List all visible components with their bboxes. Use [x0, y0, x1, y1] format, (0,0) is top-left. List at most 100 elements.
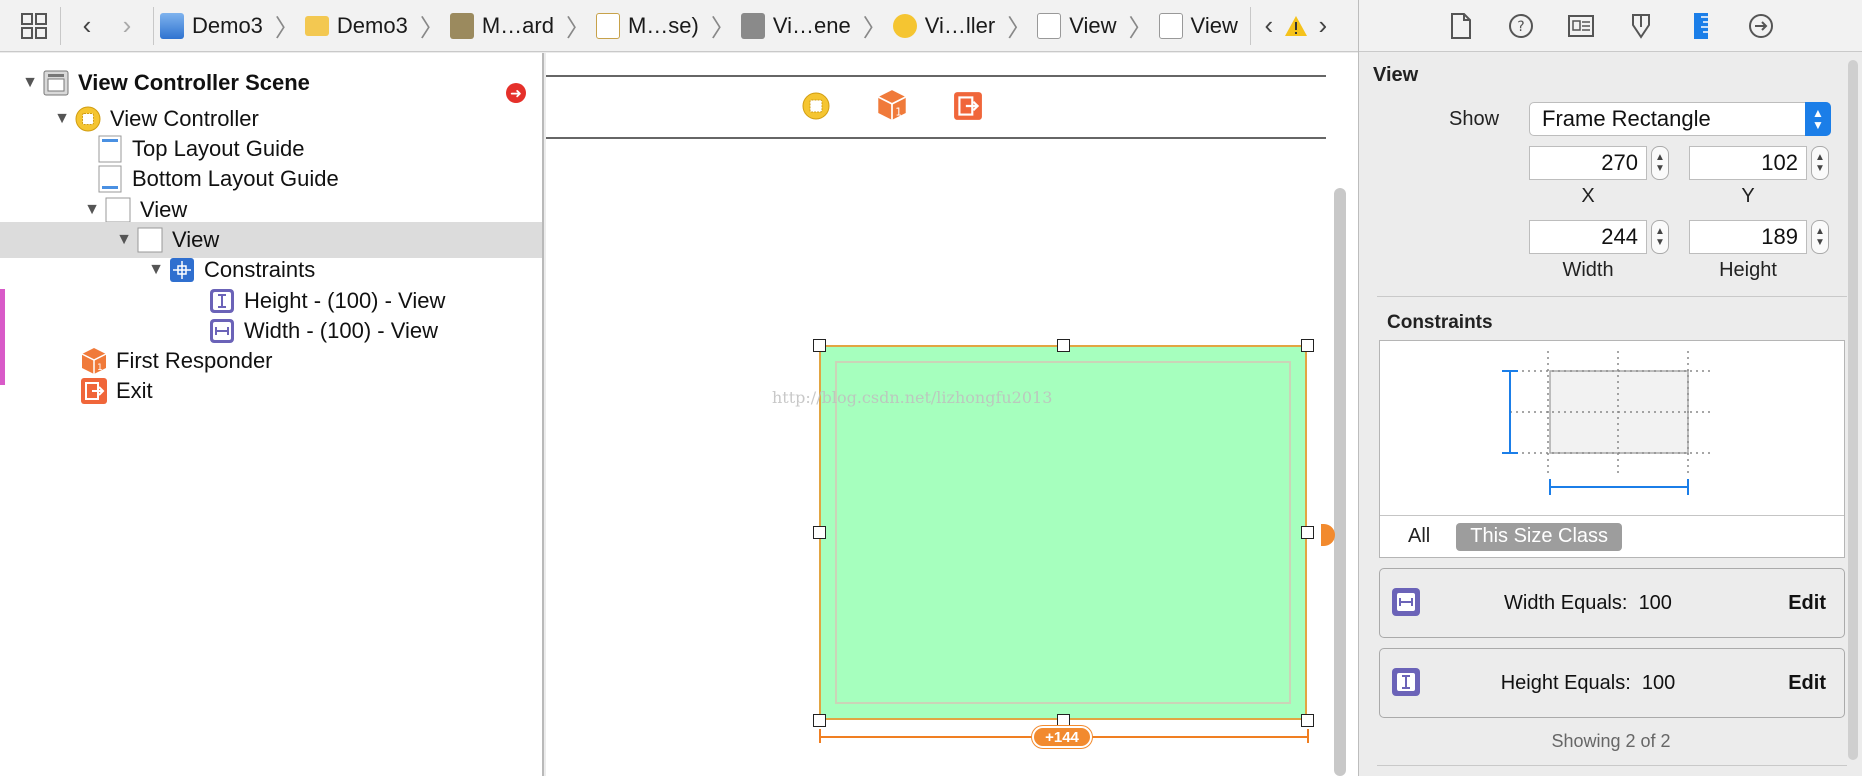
distance-guide-tick	[819, 729, 821, 743]
related-items-icon[interactable]	[14, 6, 54, 46]
identity-card-icon	[1568, 14, 1594, 37]
quick-help-tab[interactable]: ?	[1506, 11, 1536, 41]
attributes-inspector-tab[interactable]	[1626, 11, 1656, 41]
width-stepper[interactable]: ▲ ▼	[1651, 220, 1669, 254]
warning-icon[interactable]	[1281, 6, 1311, 46]
exit-icon[interactable]	[953, 91, 983, 126]
crumb-project[interactable]: Demo3 〉	[160, 8, 299, 43]
svg-text:1: 1	[895, 106, 902, 118]
constraint-value: 100	[1641, 671, 1676, 694]
crumb-folder[interactable]: Demo3 〉	[304, 8, 444, 43]
file-inspector-tab[interactable]	[1446, 11, 1476, 41]
error-indicator-icon[interactable]: ➜	[506, 83, 526, 103]
question-icon: ?	[1509, 13, 1533, 38]
chevron-left-icon: ‹	[82, 10, 92, 40]
resize-handle-left[interactable]	[813, 526, 826, 539]
divider	[1377, 765, 1847, 766]
size-class-filter-bar: All This Size Class	[1380, 515, 1844, 557]
disclosure-triangle-icon[interactable]: ▼	[144, 261, 168, 279]
constraint-row-height[interactable]: Height Equals: 100 Edit	[1379, 648, 1845, 718]
crumb-view-selected[interactable]: View	[1158, 12, 1238, 39]
constraint-description: Width Equals: 100	[1356, 592, 1820, 615]
resize-handle-bottom-right[interactable]	[1301, 714, 1314, 727]
edit-height-constraint-button[interactable]: Edit	[1788, 672, 1826, 695]
resize-handle-top-left[interactable]	[813, 339, 826, 352]
view-icon	[136, 226, 164, 254]
resize-handle-right[interactable]	[1301, 526, 1314, 539]
x-stepper[interactable]: ▲ ▼	[1651, 146, 1669, 180]
tree-item-label: Top Layout Guide	[132, 136, 305, 161]
view-section-title: View	[1373, 64, 1419, 86]
scene-title: View Controller Scene	[78, 70, 310, 95]
edit-width-constraint-button[interactable]: Edit	[1788, 592, 1826, 615]
crumb-storyboard[interactable]: M…ard 〉	[449, 8, 590, 43]
crumb-view[interactable]: View 〉	[1037, 8, 1153, 43]
disclosure-triangle-icon[interactable]: ▼	[18, 74, 42, 92]
resize-handle-bottom-left[interactable]	[813, 714, 826, 727]
storyboard-canvas[interactable]: 1 http://blog.csdn.net/lizhongfu2013 +14…	[546, 53, 1358, 776]
forward-button[interactable]: ›	[107, 6, 147, 46]
watermark: http://blog.csdn.net/lizhongfu2013	[772, 388, 1053, 407]
chevron-right-icon: 〉	[1128, 15, 1153, 42]
filter-size-class-button[interactable]: This Size Class	[1456, 522, 1623, 551]
chevron-right-icon: 〉	[862, 15, 887, 42]
scene-icon	[740, 12, 765, 39]
identity-inspector-tab[interactable]	[1566, 11, 1596, 41]
crumb-label: M…se)	[627, 12, 699, 38]
folder-icon	[304, 15, 329, 36]
view-controller-icon[interactable]	[801, 91, 831, 126]
x-field[interactable]: 270	[1529, 146, 1647, 180]
show-select[interactable]: Frame Rectangle ▲ ▼	[1529, 102, 1831, 136]
resize-handle-top[interactable]	[1057, 339, 1070, 352]
disclosure-triangle-icon[interactable]: ▼	[80, 201, 104, 219]
layout-guide-icon	[96, 135, 124, 163]
size-inspector-tab[interactable]	[1686, 11, 1716, 41]
resize-handle-top-right[interactable]	[1301, 339, 1314, 352]
constraint-label: Width Equals:	[1504, 591, 1628, 614]
connections-inspector-tab[interactable]	[1746, 11, 1776, 41]
constraints-icon	[168, 256, 196, 284]
arrow-circle-icon	[1749, 13, 1773, 38]
storyboard-file-icon	[595, 12, 620, 39]
crumb-label: M…ard	[481, 12, 554, 38]
tree-row-exit[interactable]: Exit	[0, 373, 542, 409]
crumb-label: Demo3	[192, 12, 263, 38]
filter-all-button[interactable]: All	[1408, 525, 1430, 548]
chevron-right-icon: ›	[1318, 10, 1328, 40]
separator	[60, 6, 61, 45]
exit-icon	[80, 377, 108, 405]
x-label: X	[1581, 185, 1595, 207]
tree-item-label: Bottom Layout Guide	[132, 166, 339, 191]
vertical-scrollbar[interactable]	[1334, 188, 1346, 776]
crumb-view-controller[interactable]: Vi…ller 〉	[892, 8, 1032, 43]
chevron-right-icon: 〉	[1007, 15, 1032, 42]
view-icon	[1037, 12, 1062, 39]
crumb-label: View	[1069, 12, 1117, 38]
constraint-indicator	[1321, 524, 1335, 546]
height-constraint-icon	[208, 287, 236, 315]
y-stepper[interactable]: ▲ ▼	[1811, 146, 1829, 180]
height-field[interactable]: 189	[1689, 220, 1807, 254]
constraints-diagram: All This Size Class	[1379, 340, 1845, 558]
tree-item-label: First Responder	[116, 348, 273, 373]
disclosure-triangle-icon[interactable]: ▼	[112, 231, 136, 249]
view-bounds-outline	[835, 361, 1291, 704]
inspector-scrollbar[interactable]	[1848, 60, 1858, 760]
first-responder-icon[interactable]: 1	[876, 89, 908, 126]
width-label: Width	[1562, 259, 1614, 281]
height-stepper[interactable]: ▲ ▼	[1811, 220, 1829, 254]
chevron-left-icon: ‹	[1264, 10, 1274, 40]
crumb-base-storyboard[interactable]: M…se) 〉	[595, 8, 735, 43]
disclosure-triangle-icon[interactable]: ▼	[50, 110, 74, 128]
next-issue-button[interactable]: ›	[1311, 6, 1335, 46]
crumb-label: Demo3	[336, 12, 408, 38]
divider	[1377, 296, 1847, 297]
crumb-scene[interactable]: Vi…ene 〉	[740, 8, 887, 43]
tree-item-label: View	[140, 197, 188, 222]
width-field[interactable]: 244	[1529, 220, 1647, 254]
tree-row-scene[interactable]: ▼ View Controller Scene ➜	[0, 65, 542, 103]
back-button[interactable]: ‹	[67, 6, 107, 46]
previous-issue-button[interactable]: ‹	[1257, 6, 1281, 46]
constraint-row-width[interactable]: Width Equals: 100 Edit	[1379, 568, 1845, 638]
y-field[interactable]: 102	[1689, 146, 1807, 180]
